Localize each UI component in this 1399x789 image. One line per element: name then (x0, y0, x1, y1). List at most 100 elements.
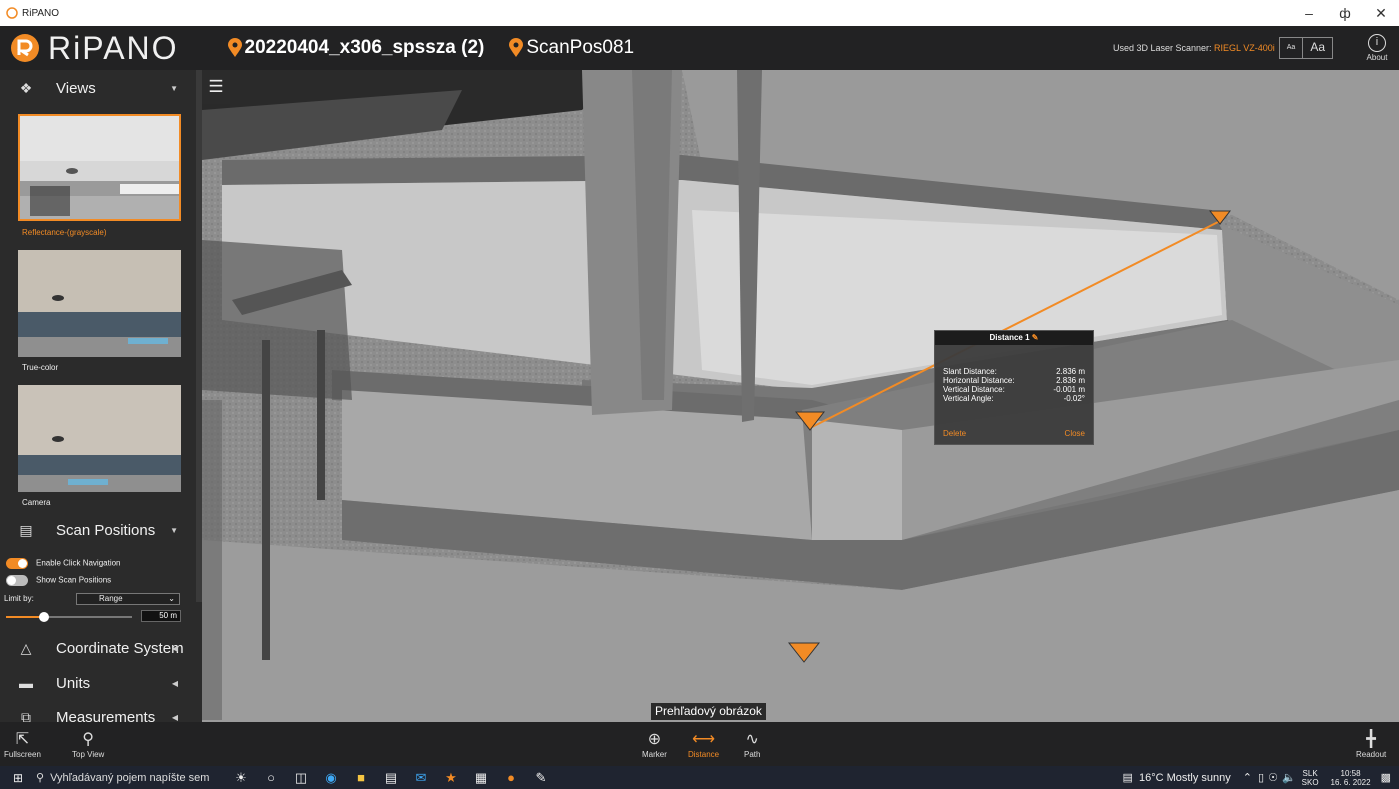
map-pin-icon: ⚲ (82, 731, 95, 748)
view-thumbnail-camera[interactable] (18, 385, 181, 492)
coordinate-system-section-header[interactable]: △ Coordinate System ◀ (0, 630, 196, 666)
news-icon[interactable]: ▤ (1123, 771, 1133, 784)
measurement-value: -0.001 m (1053, 385, 1085, 394)
mail-icon[interactable]: ✉ (406, 770, 436, 786)
distance-tool-button[interactable]: ⟷ Distance (688, 728, 719, 759)
view-caption-camera: Camera (22, 498, 51, 507)
sidebar: ❖ Views ▼ Reflectance-(grayscale) True-c… (0, 70, 202, 722)
tray-chevron-icon[interactable]: ⌃ (1243, 771, 1252, 784)
windows-start-icon[interactable]: ⊞ (0, 771, 36, 785)
close-window-button[interactable]: ✕ (1363, 0, 1399, 26)
clock-time: 10:58 (1340, 768, 1361, 778)
limit-by-label: Limit by: (4, 594, 34, 603)
panorama-viewport[interactable] (202, 70, 1399, 722)
show-scan-positions-toggle[interactable] (6, 575, 28, 586)
window-titlebar: RiPANO – ф ✕ (0, 0, 1399, 26)
sidebar-scrollbar[interactable] (196, 70, 202, 602)
marker-tool-button[interactable]: ⊕ Marker (642, 728, 667, 759)
range-value-input[interactable]: 50 m (141, 610, 181, 622)
font-small-button[interactable]: Aa (1280, 38, 1304, 58)
camera-preview (18, 385, 181, 492)
enable-click-navigation-toggle[interactable] (6, 558, 28, 569)
measurement-label: Horizontal Distance: (943, 376, 1015, 385)
calculator-icon[interactable]: ▦ (466, 770, 496, 786)
project-breadcrumb[interactable]: 20220404_x306_spssza (2) (227, 37, 484, 59)
store-icon[interactable]: ▤ (376, 770, 406, 786)
minimize-button[interactable]: – (1291, 0, 1327, 26)
weather-widget-icon[interactable]: ☀ (226, 770, 256, 786)
measurement-value: -0.02° (1063, 394, 1085, 403)
ruler-icon: ▬ (19, 675, 33, 691)
chevron-down-icon: ⌄ (168, 594, 175, 603)
app-icon[interactable]: ★ (436, 770, 466, 786)
enable-click-navigation-option: Enable Click Navigation (6, 558, 121, 569)
view-thumbnail-true-color[interactable] (18, 250, 181, 357)
readout-crosshair-icon: ╋ (1366, 731, 1376, 748)
limit-by-value: Range (99, 594, 123, 603)
measurements-section-header[interactable]: ⧉ Measurements ◀ (0, 699, 196, 723)
readout-label: Readout (1356, 750, 1387, 759)
scanner-model: RIEGL VZ-400i (1214, 43, 1275, 53)
network-icon[interactable]: ☉ (1268, 771, 1278, 784)
measurement-row: Vertical Distance: -0.001 m (943, 385, 1085, 394)
notifications-icon[interactable]: ▩ (1381, 771, 1391, 784)
enable-click-navigation-label: Enable Click Navigation (36, 558, 121, 568)
range-slider[interactable] (6, 612, 132, 622)
views-section-header[interactable]: ❖ Views ▼ (0, 70, 196, 106)
scanner-info: Used 3D Laser Scanner: RIEGL VZ-400i (1113, 43, 1275, 53)
views-title: Views (56, 79, 96, 97)
edge-icon[interactable]: ◉ (316, 770, 346, 786)
edit-icon[interactable]: ✎ (1032, 333, 1039, 342)
view-caption-reflectance: Reflectance-(grayscale) (22, 228, 107, 237)
marker-label: Marker (642, 750, 667, 759)
show-scan-positions-option: Show Scan Positions (6, 575, 111, 586)
limit-by-select[interactable]: Range ⌄ (76, 593, 180, 605)
scan-positions-section-header[interactable]: ▤ Scan Positions ▼ (0, 512, 196, 548)
distance-label: Distance (688, 750, 720, 759)
top-view-button[interactable]: ⚲ Top View (72, 728, 104, 759)
view-thumbnail-reflectance[interactable] (18, 114, 181, 221)
cortana-icon[interactable]: ○ (256, 770, 286, 785)
weather-status[interactable]: 16°C Mostly sunny (1139, 772, 1231, 784)
distance-icon: ⟷ (692, 731, 716, 748)
volume-icon[interactable]: 🔈 (1282, 771, 1296, 784)
path-label: Path (744, 750, 761, 759)
language-indicator[interactable]: SLK SKO (1302, 769, 1319, 787)
views-icon: ❖ (19, 79, 33, 96)
top-view-label: Top View (72, 750, 105, 759)
ripano-taskbar-icon[interactable]: ● (496, 770, 526, 785)
range-slider-handle[interactable] (38, 612, 49, 622)
font-size-toggle: Aa Aa (1278, 37, 1333, 59)
about-button[interactable]: i About (1357, 34, 1397, 62)
units-section-header[interactable]: ▬ Units ◀ (0, 665, 196, 701)
measurement-title: Distance 1 (989, 333, 1030, 342)
measurements-title: Measurements (56, 708, 156, 723)
hamburger-menu-button[interactable]: ☰ (202, 70, 230, 104)
battery-icon[interactable]: ▯ (1258, 771, 1264, 784)
logo-text: RiPANO (48, 29, 179, 66)
readout-button[interactable]: ╋ Readout (1356, 728, 1386, 759)
fullscreen-button[interactable]: ⇱ Fullscreen (4, 728, 41, 759)
measurement-value: 2.836 m (1056, 367, 1085, 376)
system-clock[interactable]: 10:58 16. 6. 2022 (1331, 769, 1371, 787)
font-large-button[interactable]: Aa (1303, 38, 1332, 58)
axes-icon: △ (20, 639, 32, 656)
scanpos-breadcrumb[interactable]: ScanPos081 (508, 37, 634, 59)
units-title: Units (56, 674, 91, 692)
close-popup-button[interactable]: Close (1065, 429, 1085, 438)
maximize-button[interactable]: ф (1327, 0, 1363, 26)
location-pin-icon (227, 38, 242, 57)
taskbar-search[interactable]: ⚲ Vyhľadávaný pojem napíšte sem (36, 771, 226, 785)
bottom-toolbar: ⇱ Fullscreen ⚲ Top View ⊕ Marker ⟷ Dista… (0, 722, 1399, 766)
path-tool-button[interactable]: ∿ Path (744, 728, 760, 759)
measurement-value: 2.836 m (1056, 376, 1085, 385)
show-scan-positions-label: Show Scan Positions (36, 575, 112, 585)
paint-icon[interactable]: ✎ (526, 770, 556, 786)
coordinate-system-title: Coordinate System (56, 639, 184, 657)
measurement-row: Slant Distance: 2.836 m (943, 367, 1085, 376)
file-explorer-icon[interactable]: ■ (346, 770, 376, 785)
task-view-icon[interactable]: ◫ (286, 770, 316, 786)
delete-measurement-button[interactable]: Delete (943, 429, 966, 438)
scanner-icon: ▤ (19, 521, 33, 538)
measurement-label: Vertical Distance: (943, 385, 1005, 394)
